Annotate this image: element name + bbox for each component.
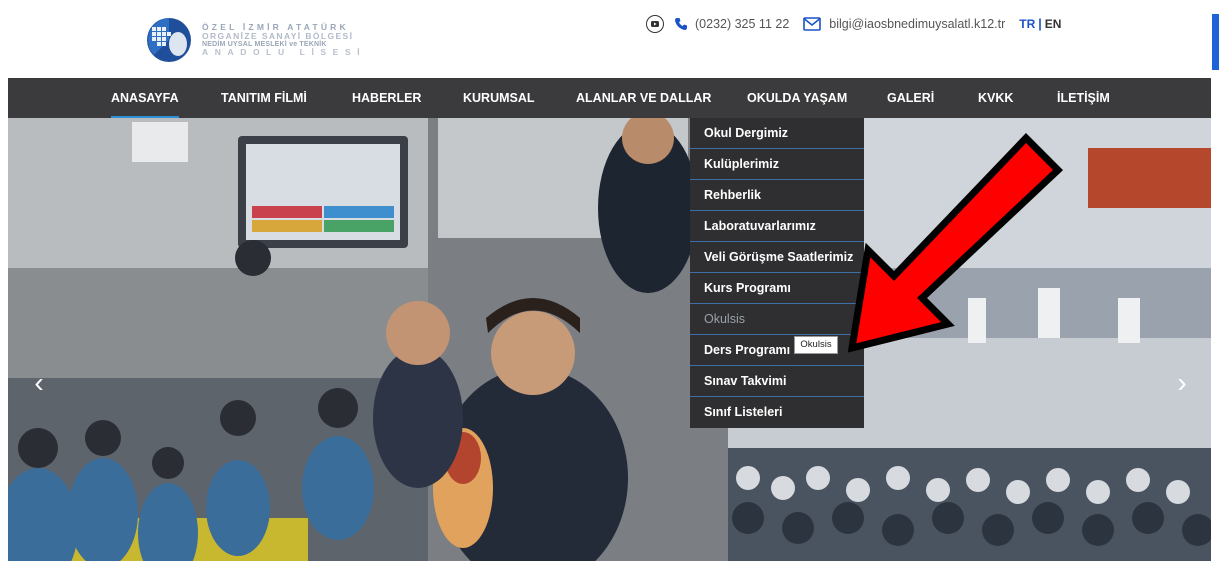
logo-emblem-icon — [146, 17, 192, 63]
language-separator: | — [1038, 17, 1042, 31]
red-annotation-arrow-icon — [847, 132, 1064, 353]
mail-icon — [803, 17, 822, 31]
email-address[interactable]: bilgi@iaosbnedimuysalatl.k12.tr — [829, 17, 1005, 31]
dropdown-item-sinav-takvimi[interactable]: Sınav Takvimi — [690, 366, 864, 397]
dropdown-item-sinif-listeleri[interactable]: Sınıf Listeleri — [690, 397, 864, 428]
chevron-right-icon: › — [1177, 367, 1187, 398]
nav-item-galeri[interactable]: GALERİ — [887, 78, 934, 118]
school-logo[interactable]: ÖZEL İZMİR ATATÜRK ORGANİZE SANAYİ BÖLGE… — [146, 14, 376, 66]
nav-item-iletisim[interactable]: İLETİŞİM — [1057, 78, 1110, 118]
phone-icon — [674, 17, 688, 31]
nav-item-anasayfa[interactable]: ANASAYFA — [111, 78, 179, 118]
page: ÖZEL İZMİR ATATÜRK ORGANİZE SANAYİ BÖLGE… — [0, 0, 1219, 561]
main-navigation: ANASAYFA TANITIM FİLMİ HABERLER KURUMSAL… — [8, 78, 1211, 118]
nav-item-kvkk[interactable]: KVKK — [978, 78, 1013, 118]
nav-item-alanlar-ve-dallar[interactable]: ALANLAR VE DALLAR — [576, 78, 711, 118]
language-tr[interactable]: TR — [1019, 17, 1035, 31]
nav-item-tanitim-filmi[interactable]: TANITIM FİLMİ — [221, 78, 307, 118]
scrollbar-thumb[interactable] — [1212, 14, 1219, 70]
site-header: ÖZEL İZMİR ATATÜRK ORGANİZE SANAYİ BÖLGE… — [0, 0, 1219, 78]
contact-bar: (0232) 325 11 22 bilgi@iaosbnedimuysalat… — [646, 12, 1061, 36]
language-en[interactable]: EN — [1045, 17, 1062, 31]
nav-item-kurumsal[interactable]: KURUMSAL — [463, 78, 535, 118]
nav-item-haberler[interactable]: HABERLER — [352, 78, 421, 118]
slider-prev-button[interactable]: ‹ — [28, 368, 50, 398]
logo-line-4: ANADOLU LİSESİ — [202, 47, 367, 58]
phone-number[interactable]: (0232) 325 11 22 — [695, 17, 789, 31]
chevron-left-icon: ‹ — [34, 367, 44, 398]
logo-text: ÖZEL İZMİR ATATÜRK ORGANİZE SANAYİ BÖLGE… — [202, 23, 366, 57]
slider-next-button[interactable]: › — [1171, 368, 1193, 398]
youtube-icon[interactable] — [646, 15, 664, 33]
nav-item-okulda-yasam[interactable]: OKULDA YAŞAM — [747, 78, 847, 118]
logo-line-2: ORGANİZE SANAYİ BÖLGESİ — [202, 30, 354, 41]
